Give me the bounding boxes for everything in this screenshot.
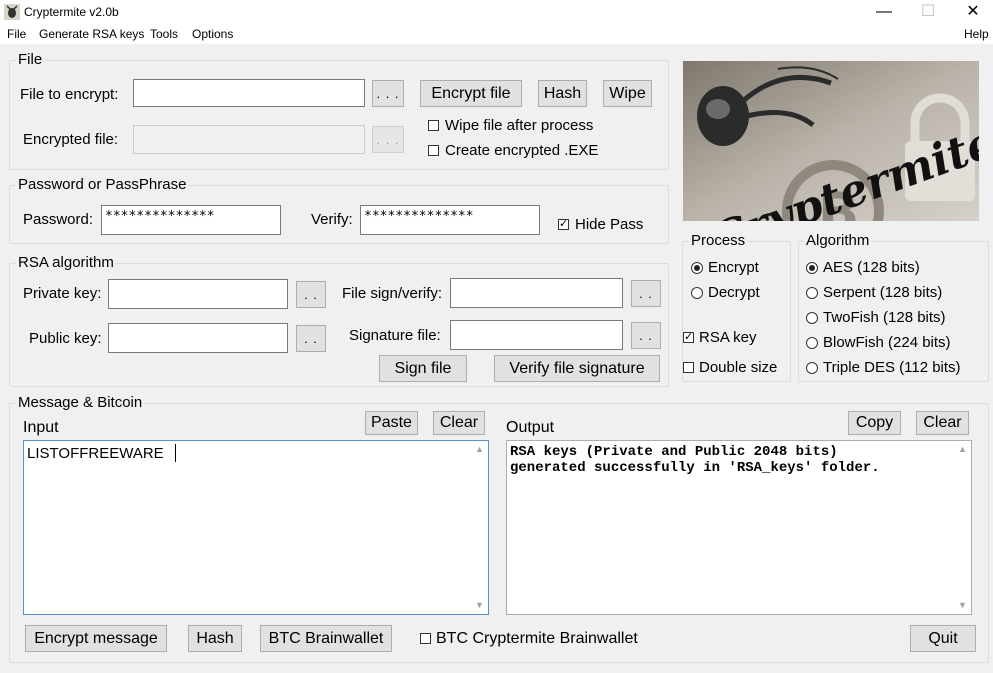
- double-size-checkbox[interactable]: [683, 362, 694, 373]
- encrypted-file-label: Encrypted file:: [23, 131, 119, 148]
- hash-file-button[interactable]: Hash: [538, 80, 587, 107]
- title-bar: Cryptermite v2.0b — ☐ ✕: [0, 0, 993, 24]
- encrypt-radio[interactable]: [691, 262, 703, 274]
- browse-private-key-button[interactable]: . .: [296, 281, 326, 308]
- algorithm-group-title: Algorithm: [804, 232, 872, 249]
- process-group-title: Process: [689, 232, 748, 249]
- close-button[interactable]: ✕: [950, 0, 993, 24]
- encrypted-file-input[interactable]: [133, 125, 365, 154]
- verify-signature-button[interactable]: Verify file signature: [494, 355, 660, 382]
- public-key-input[interactable]: [108, 323, 288, 353]
- blowfish-radio-label: BlowFish (224 bits): [823, 334, 951, 351]
- signature-file-input[interactable]: [450, 320, 623, 350]
- input-scrollbar[interactable]: ▲ ▼: [472, 442, 487, 613]
- btc-brainwallet-button[interactable]: BTC Brainwallet: [260, 625, 392, 652]
- serpent-radio-label: Serpent (128 bits): [823, 284, 943, 301]
- scroll-down-icon[interactable]: ▼: [472, 598, 487, 613]
- decrypt-radio-label: Decrypt: [708, 284, 760, 301]
- menu-generate-rsa-keys[interactable]: Generate RSA keys: [39, 27, 144, 41]
- file-to-encrypt-label: File to encrypt:: [20, 86, 119, 103]
- maximize-button[interactable]: ☐: [905, 0, 951, 24]
- scroll-up-icon[interactable]: ▲: [472, 442, 487, 457]
- clear-output-button[interactable]: Clear: [916, 411, 969, 435]
- scroll-up-icon[interactable]: ▲: [955, 442, 970, 457]
- twofish-radio[interactable]: [806, 312, 818, 324]
- paste-button[interactable]: Paste: [365, 411, 418, 435]
- triple-des-radio-label: Triple DES (112 bits): [823, 359, 961, 376]
- clear-input-button[interactable]: Clear: [433, 411, 485, 435]
- verify-input[interactable]: **************: [360, 205, 540, 235]
- btc-cryptermite-checkbox[interactable]: [420, 633, 431, 644]
- encrypt-radio-label: Encrypt: [708, 259, 759, 276]
- btc-cryptermite-label: BTC Cryptermite Brainwallet: [436, 630, 638, 647]
- browse-file-sign-button[interactable]: . .: [631, 280, 661, 307]
- menu-file[interactable]: File: [7, 27, 26, 41]
- create-exe-checkbox[interactable]: [428, 145, 439, 156]
- aes-radio[interactable]: [806, 262, 818, 274]
- menu-tools[interactable]: Tools: [150, 27, 178, 41]
- wipe-button[interactable]: Wipe: [603, 80, 652, 107]
- output-label: Output: [506, 419, 555, 436]
- sign-file-button[interactable]: Sign file: [379, 355, 467, 382]
- serpent-radio[interactable]: [806, 287, 818, 299]
- window-title: Cryptermite v2.0b: [24, 5, 119, 19]
- app-icon: [4, 4, 20, 20]
- rsa-key-label: RSA key: [699, 329, 757, 346]
- hide-pass-checkbox[interactable]: ✓: [558, 219, 569, 230]
- browse-signature-file-button[interactable]: . .: [631, 322, 661, 349]
- private-key-label: Private key:: [23, 285, 102, 302]
- rsa-key-checkbox[interactable]: ✓: [683, 332, 694, 343]
- triple-des-radio[interactable]: [806, 362, 818, 374]
- cryptermite-logo: B Cryptermite: [683, 61, 979, 221]
- wipe-after-label: Wipe file after process: [445, 117, 594, 134]
- input-text: LISTOFFREEWARE: [27, 445, 164, 462]
- password-label: Password:: [23, 211, 94, 228]
- encrypt-message-button[interactable]: Encrypt message: [25, 625, 167, 652]
- hide-pass-label: Hide Pass: [575, 216, 644, 233]
- file-to-encrypt-input[interactable]: [133, 79, 365, 107]
- copy-button[interactable]: Copy: [848, 411, 901, 435]
- rsa-group-title: RSA algorithm: [16, 254, 116, 271]
- password-group-title: Password or PassPhrase: [16, 176, 189, 193]
- logo-artwork: B Cryptermite: [683, 61, 979, 221]
- file-group-title: File: [16, 51, 45, 68]
- text-cursor: [175, 444, 176, 462]
- double-size-label: Double size: [699, 359, 778, 376]
- browse-public-key-button[interactable]: . .: [296, 325, 326, 352]
- output-scrollbar[interactable]: ▲ ▼: [955, 442, 970, 613]
- message-group-title: Message & Bitcoin: [16, 394, 145, 411]
- signature-file-label: Signature file:: [349, 327, 441, 344]
- quit-button[interactable]: Quit: [910, 625, 976, 652]
- browse-file-button[interactable]: . . .: [372, 80, 404, 107]
- encrypt-file-button[interactable]: Encrypt file: [420, 80, 522, 107]
- verify-label: Verify:: [311, 211, 353, 228]
- menu-bar: File Generate RSA keys Tools Options Hel…: [0, 24, 993, 44]
- input-textarea[interactable]: LISTOFFREEWARE ▲ ▼: [23, 440, 489, 615]
- menu-options[interactable]: Options: [192, 27, 233, 41]
- browse-encrypted-file-button[interactable]: . . .: [372, 126, 404, 153]
- output-textarea[interactable]: RSA keys (Private and Public 2048 bits) …: [506, 440, 972, 615]
- hash-message-button[interactable]: Hash: [188, 625, 242, 652]
- blowfish-radio[interactable]: [806, 337, 818, 349]
- public-key-label: Public key:: [29, 330, 102, 347]
- decrypt-radio[interactable]: [691, 287, 703, 299]
- private-key-input[interactable]: [108, 279, 288, 309]
- file-sign-label: File sign/verify:: [342, 285, 443, 302]
- wipe-after-checkbox[interactable]: [428, 120, 439, 131]
- password-input[interactable]: **************: [101, 205, 281, 235]
- menu-help[interactable]: Help: [964, 27, 989, 41]
- file-sign-input[interactable]: [450, 278, 623, 308]
- output-text: RSA keys (Private and Public 2048 bits) …: [510, 444, 880, 476]
- create-exe-label: Create encrypted .EXE: [445, 142, 599, 159]
- scroll-down-icon[interactable]: ▼: [955, 598, 970, 613]
- aes-radio-label: AES (128 bits): [823, 259, 920, 276]
- twofish-radio-label: TwoFish (128 bits): [823, 309, 946, 326]
- input-label: Input: [23, 419, 59, 436]
- minimize-button[interactable]: —: [861, 0, 907, 24]
